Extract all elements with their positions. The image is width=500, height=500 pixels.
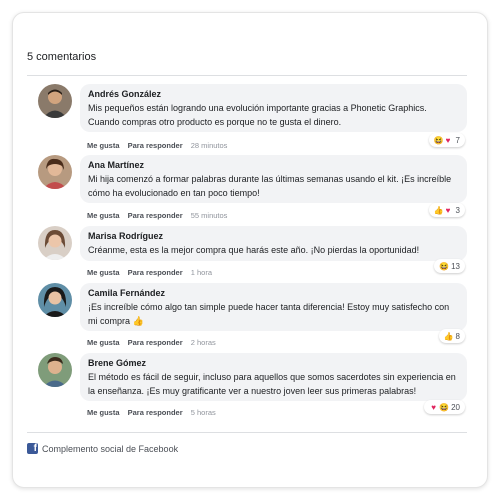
commenter-name[interactable]: Brene Gómez [88,357,459,369]
like-link[interactable]: Me gusta [87,268,120,277]
reply-link[interactable]: Para responder [128,408,183,417]
reaction-count: 3 [455,205,460,215]
reaction-summary[interactable]: 😆 13 [434,259,465,273]
love-icon: ♥ [445,135,451,145]
comment-text: Mis pequeños están logrando una evolució… [88,103,427,127]
facebook-plugin-link[interactable]: Complemento social de Facebook [42,444,178,454]
avatar[interactable] [38,84,72,118]
love-icon: ♥ [431,402,436,412]
haha-icon: 😆 [439,261,450,271]
reply-link[interactable]: Para responder [128,268,183,277]
timestamp[interactable]: 28 minutos [191,141,228,150]
reaction-count: 8 [455,331,460,341]
haha-icon: 😆 [433,135,444,145]
reaction-count: 13 [451,261,460,271]
love-icon: ♥ [445,205,451,215]
reaction-summary[interactable]: 👍 ♥ 3 [428,203,465,217]
comment-bubble: Marisa Rodríguez Créanme, esta es la mej… [80,226,467,261]
comment-actions: Me gusta Para responder 5 horas [87,408,216,417]
comment-actions: Me gusta Para responder 55 minutos [87,211,227,220]
avatar[interactable] [38,353,72,387]
like-link[interactable]: Me gusta [87,408,120,417]
commenter-name[interactable]: Ana Martínez [88,159,459,171]
comment-bubble: Camila Fernández ¡Es increíble cómo algo… [80,283,467,331]
comment-text: Mi hija comenzó a formar palabras durant… [88,174,452,198]
comment-bubble: Brene Gómez El método es fácil de seguir… [80,353,467,401]
commenter-name[interactable]: Andrés González [88,88,459,100]
avatar[interactable] [38,283,72,317]
reaction-count: 7 [455,135,460,145]
comment-bubble: Ana Martínez Mi hija comenzó a formar pa… [80,155,467,203]
timestamp[interactable]: 1 hora [191,268,212,277]
reaction-summary[interactable]: 😆 ♥ 7 [428,133,465,147]
comment-actions: Me gusta Para responder 28 minutos [87,141,227,150]
like-link[interactable]: Me gusta [87,211,120,220]
avatar[interactable] [38,226,72,260]
comment-text: ¡Es increíble cómo algo tan simple puede… [88,302,450,326]
facebook-icon[interactable]: f [27,443,38,454]
like-link[interactable]: Me gusta [87,141,120,150]
like-icon: 👍 [443,331,454,341]
comment-text: Créanme, esta es la mejor compra que har… [88,245,420,255]
reply-link[interactable]: Para responder [128,211,183,220]
comment-actions: Me gusta Para responder 1 hora [87,268,212,277]
commenter-name[interactable]: Camila Fernández [88,287,459,299]
timestamp[interactable]: 5 horas [191,408,216,417]
timestamp[interactable]: 55 minutos [191,211,228,220]
comment-actions: Me gusta Para responder 2 horas [87,338,216,347]
reaction-summary[interactable]: ♥ 😆 20 [424,400,465,414]
comment-bubble: Andrés González Mis pequeños están logra… [80,84,467,132]
avatar[interactable] [38,155,72,189]
commenter-name[interactable]: Marisa Rodríguez [88,230,459,242]
timestamp[interactable]: 2 horas [191,338,216,347]
reaction-summary[interactable]: 👍 8 [438,329,465,343]
reaction-count: 20 [451,402,460,412]
reply-link[interactable]: Para responder [128,141,183,150]
reply-link[interactable]: Para responder [128,338,183,347]
comment-text: El método es fácil de seguir, incluso pa… [88,372,456,396]
facebook-plugin-footer: f Complemento social de Facebook [27,432,467,454]
haha-icon: 😆 [439,402,450,412]
like-link[interactable]: Me gusta [87,338,120,347]
like-icon: 👍 [433,205,444,215]
comment-count: 5 comentarios [27,51,467,76]
